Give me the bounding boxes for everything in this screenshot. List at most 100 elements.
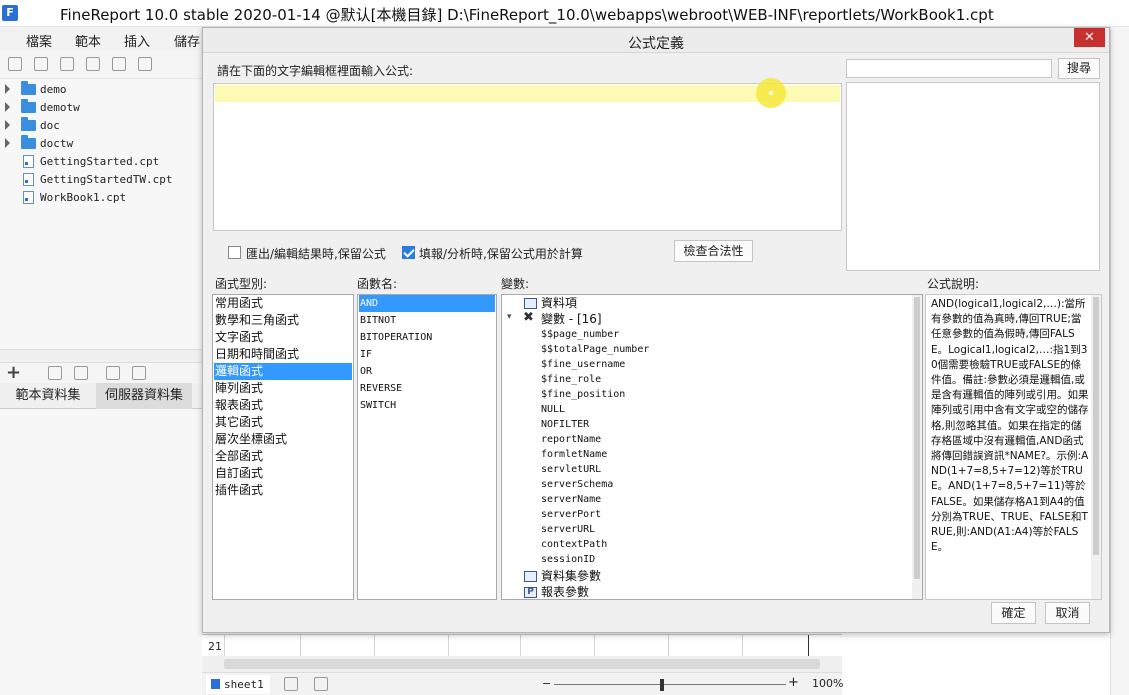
check-validity-button[interactable]: 檢查合法性 bbox=[674, 240, 753, 262]
vertical-scrollbar[interactable] bbox=[1091, 295, 1101, 599]
list-item[interactable]: REVERSE bbox=[359, 380, 495, 397]
locate-icon[interactable] bbox=[60, 57, 74, 71]
function-search-input[interactable] bbox=[846, 59, 1052, 78]
menu-save[interactable]: 儲存 bbox=[174, 31, 200, 50]
variable-item[interactable]: sessionID bbox=[541, 552, 595, 567]
list-item[interactable]: IF bbox=[359, 346, 495, 363]
zoom-in-button[interactable]: + bbox=[788, 675, 799, 690]
edit-icon[interactable] bbox=[48, 366, 62, 380]
variable-item[interactable]: $fine_username bbox=[541, 357, 625, 372]
search-button[interactable]: 搜尋 bbox=[1058, 58, 1100, 79]
variable-item[interactable]: NULL bbox=[541, 402, 565, 417]
delete-icon[interactable] bbox=[112, 57, 126, 71]
list-item-selected[interactable]: 邏輯函式 bbox=[214, 363, 352, 380]
current-line-highlight[interactable] bbox=[215, 85, 840, 102]
tree-item-report-params[interactable]: 報表參數 bbox=[541, 584, 589, 599]
variable-item[interactable]: contextPath bbox=[541, 537, 607, 552]
collapse-arrow-icon[interactable]: ▾ bbox=[507, 312, 512, 322]
variable-item[interactable]: serverPort bbox=[541, 507, 601, 522]
horizontal-scrollbar[interactable] bbox=[202, 656, 842, 672]
fill-keep-formula-checkbox[interactable] bbox=[402, 246, 415, 259]
variable-item[interactable]: NOFILTER bbox=[541, 417, 589, 432]
list-item[interactable]: 文字函式 bbox=[214, 329, 352, 346]
dialog-title-bar: 公式定義 ✕ bbox=[203, 28, 1109, 53]
row-number: 21 bbox=[208, 640, 222, 653]
vertical-scrollbar[interactable] bbox=[912, 295, 922, 599]
variable-item[interactable]: $$totalPage_number bbox=[541, 342, 649, 357]
variable-item[interactable]: $fine_role bbox=[541, 372, 601, 387]
add-dataset-button[interactable]: + bbox=[6, 362, 21, 383]
panel-splitter[interactable] bbox=[0, 349, 202, 363]
menu-template[interactable]: 範本 bbox=[75, 31, 101, 50]
tree-item-demotw[interactable]: demotw bbox=[0, 99, 200, 117]
scrollbar-thumb[interactable] bbox=[914, 297, 920, 579]
menu-insert[interactable]: 插入 bbox=[124, 31, 150, 50]
variable-item[interactable]: $fine_position bbox=[541, 387, 625, 402]
list-item[interactable]: 插件函式 bbox=[214, 482, 352, 499]
list-item[interactable]: 日期和時間函式 bbox=[214, 346, 352, 363]
cancel-button[interactable]: 取消 bbox=[1045, 602, 1090, 624]
list-item[interactable]: 報表函式 bbox=[214, 397, 352, 414]
tab-template-datasets[interactable]: 範本資料集 bbox=[0, 383, 96, 409]
sheet-tab[interactable]: sheet1 bbox=[206, 675, 270, 694]
new-folder-icon[interactable] bbox=[8, 57, 22, 71]
tree-item-doc[interactable]: doc bbox=[0, 117, 200, 135]
ok-button[interactable]: 確定 bbox=[991, 602, 1036, 624]
tree-item-gettingstartedtw[interactable]: GettingStartedTW.cpt bbox=[0, 171, 200, 189]
scrollbar-thumb[interactable] bbox=[1093, 297, 1099, 555]
open-icon[interactable] bbox=[34, 57, 48, 71]
zoom-out-button[interactable]: − bbox=[542, 677, 551, 690]
delete-icon[interactable] bbox=[74, 366, 88, 380]
formula-editor[interactable] bbox=[213, 78, 842, 231]
scrollbar-thumb[interactable] bbox=[224, 659, 820, 669]
list-item[interactable]: 全部函式 bbox=[214, 448, 352, 465]
expand-arrow-icon[interactable] bbox=[5, 102, 10, 112]
expand-arrow-icon[interactable] bbox=[5, 84, 10, 94]
expand-arrow-icon[interactable] bbox=[5, 120, 10, 130]
list-item[interactable]: BITOPERATION bbox=[359, 329, 495, 346]
search-results-list[interactable] bbox=[846, 82, 1100, 271]
tree-item-dataset-params[interactable]: 資料集參數 bbox=[541, 568, 601, 584]
dialog-title: 公式定義 bbox=[628, 36, 684, 52]
variable-item[interactable]: formletName bbox=[541, 447, 607, 462]
menu-file[interactable]: 檔案 bbox=[26, 31, 52, 50]
export-keep-formula-checkbox[interactable] bbox=[228, 246, 241, 259]
variable-item[interactable]: serverURL bbox=[541, 522, 595, 537]
variables-tree[interactable]: 資料項 ▾ ✖ 變數 - [16] $$page_number $$totalP… bbox=[501, 294, 923, 600]
refresh-icon[interactable] bbox=[86, 57, 100, 71]
list-item[interactable]: 常用函式 bbox=[214, 295, 352, 312]
list-item[interactable]: OR bbox=[359, 363, 495, 380]
add-sheet-icon[interactable] bbox=[284, 677, 298, 691]
dataset-settings-icon[interactable] bbox=[132, 366, 146, 380]
list-item[interactable]: 其它函式 bbox=[214, 414, 352, 431]
variable-item[interactable]: servletURL bbox=[541, 462, 601, 477]
tree-item-gettingstarted[interactable]: GettingStarted.cpt bbox=[0, 153, 200, 171]
tree-item-data-item[interactable]: 資料項 bbox=[541, 295, 577, 311]
list-item[interactable]: BITNOT bbox=[359, 312, 495, 329]
list-item[interactable]: 陣列函式 bbox=[214, 380, 352, 397]
variable-item[interactable]: serverName bbox=[541, 492, 601, 507]
zoom-slider-thumb[interactable] bbox=[660, 679, 664, 691]
list-item[interactable]: 層次坐標函式 bbox=[214, 431, 352, 448]
function-name-list[interactable]: AND BITNOT BITOPERATION IF OR REVERSE SW… bbox=[357, 294, 497, 600]
zoom-slider[interactable] bbox=[554, 684, 786, 685]
function-types-label: 函式型別: bbox=[215, 277, 268, 291]
variable-item[interactable]: serverSchema bbox=[541, 477, 613, 492]
tree-item-doctw[interactable]: doctw bbox=[0, 135, 200, 153]
variable-item[interactable]: $$page_number bbox=[541, 327, 619, 342]
list-item[interactable]: 自訂函式 bbox=[214, 465, 352, 482]
variable-item[interactable]: reportName bbox=[541, 432, 601, 447]
tab-server-datasets[interactable]: 伺服器資料集 bbox=[96, 383, 192, 409]
tree-item-variable-group[interactable]: 變數 - [16] bbox=[541, 311, 602, 327]
close-button[interactable]: ✕ bbox=[1074, 28, 1105, 47]
function-type-list[interactable]: 常用函式 數學和三角函式 文字函式 日期和時間函式 邏輯函式 陣列函式 報表函式… bbox=[212, 294, 354, 600]
add-form-sheet-icon[interactable] bbox=[314, 677, 328, 691]
tree-item-workbook1[interactable]: WorkBook1.cpt bbox=[0, 189, 200, 207]
expand-arrow-icon[interactable] bbox=[5, 138, 10, 148]
copy-icon[interactable] bbox=[138, 57, 152, 71]
tree-item-demo[interactable]: demo bbox=[0, 81, 200, 99]
list-item-selected[interactable]: AND bbox=[359, 295, 495, 312]
list-item[interactable]: SWITCH bbox=[359, 397, 495, 414]
preview-icon[interactable] bbox=[106, 366, 120, 380]
list-item[interactable]: 數學和三角函式 bbox=[214, 312, 352, 329]
